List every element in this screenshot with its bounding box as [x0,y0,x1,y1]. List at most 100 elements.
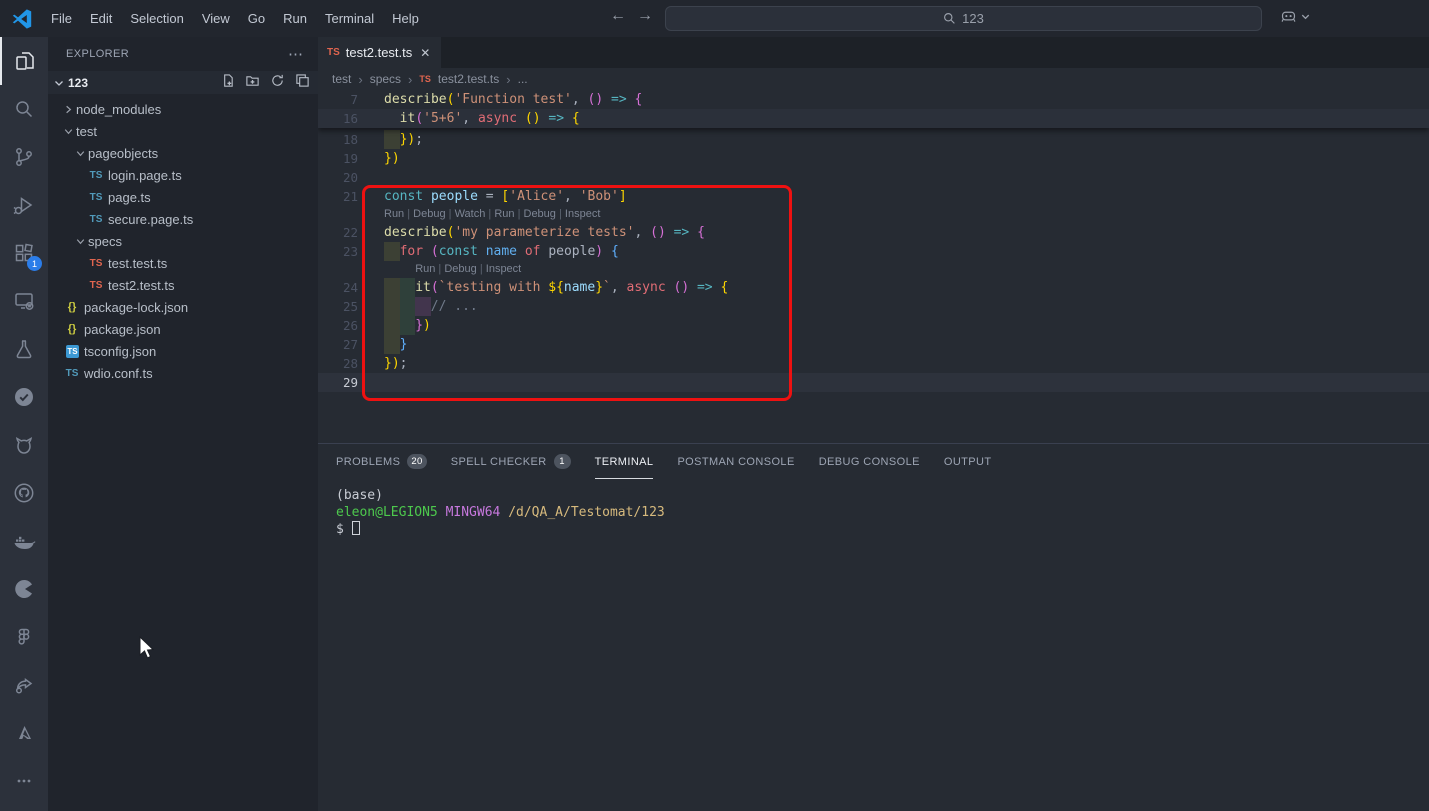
tree-item-label: tsconfig.json [84,344,156,359]
activity-item-share[interactable] [0,661,48,709]
activity-item-figma[interactable] [0,613,48,661]
terminal-text: MINGW64 [446,505,501,520]
panel-tab-terminal[interactable]: TERMINAL [595,444,654,479]
menu-go[interactable]: Go [239,6,274,31]
ts-file-icon: TS [419,74,431,84]
command-center-text: 123 [962,11,984,26]
breadcrumb[interactable]: test›specs›TStest2.test.ts›... [318,68,1429,90]
code-token: => [611,92,627,107]
code-text: it('5+6', async () => { [384,109,580,128]
activity-item-remote-explorer[interactable] [0,277,48,325]
code-line-7[interactable]: 7describe('Function test', () => { [318,90,1429,109]
terminal-line: (base) [336,487,1429,504]
activity-item-fox[interactable] [0,421,48,469]
terminal-content[interactable]: (base)eleon@LEGION5 MINGW64 /d/QA_A/Test… [318,479,1429,538]
tree-item-test-test-ts[interactable]: TStest.test.ts [48,252,318,274]
tree-item-page-ts[interactable]: TSpage.ts [48,186,318,208]
breadcrumb-item-specs[interactable]: specs [370,72,401,86]
copilot-button[interactable] [1280,8,1311,25]
search-icon [12,97,36,121]
activity-item-run-debug[interactable] [0,181,48,229]
refresh-button[interactable] [270,73,285,93]
code-line-18[interactable]: 18}); [318,130,1429,149]
activity-item-pacman[interactable] [0,565,48,613]
tree-item-secure-page-ts[interactable]: TSsecure.page.ts [48,208,318,230]
file-type-icon: {} [64,301,80,313]
tree-item-login-page-ts[interactable]: TSlogin.page.ts [48,164,318,186]
terminal-line: eleon@LEGION5 MINGW64 /d/QA_A/Testomat/1… [336,504,1429,521]
tree-item-node-modules[interactable]: node_modules [48,98,318,120]
activity-item-more[interactable] [0,757,48,805]
activity-item-explorer[interactable] [0,37,48,85]
menu-terminal[interactable]: Terminal [316,6,383,31]
activity-item-extensions[interactable]: 1 [0,229,48,277]
breadcrumb-item-test2-test-ts[interactable]: test2.test.ts [438,72,499,86]
code-token: async [478,111,517,126]
activity-item-azure[interactable] [0,709,48,757]
file-type-icon: TS [66,345,79,358]
breadcrumb-item-test[interactable]: test [332,72,351,86]
menu-file[interactable]: File [42,6,81,31]
panel-tab-output[interactable]: OUTPUT [944,444,992,479]
new-folder-button[interactable] [245,73,260,93]
code-token: => [548,111,564,126]
activity-item-search[interactable] [0,85,48,133]
menu-run[interactable]: Run [274,6,316,31]
line-number: 24 [318,278,358,297]
chevron-down-icon [1300,11,1311,22]
tree-item-test[interactable]: test [48,120,318,142]
workspace-section-header[interactable]: 123 [48,71,318,94]
menu-edit[interactable]: Edit [81,6,121,31]
activity-item-docker[interactable] [0,517,48,565]
tree-item-specs[interactable]: specs [48,230,318,252]
extensions-badge: 1 [27,256,42,271]
line-number: 19 [318,149,358,168]
tree-item-wdio-conf-ts[interactable]: TSwdio.conf.ts [48,362,318,384]
chevron-right-icon [60,103,76,116]
menu-selection[interactable]: Selection [121,6,192,31]
breadcrumb-separator-icon: › [358,72,362,87]
command-center-search[interactable]: 123 [665,6,1262,31]
code-token: describe [384,92,447,107]
workspace-name: 123 [68,76,88,90]
activity-item-check-circle[interactable] [0,373,48,421]
tree-item-package-lock-json[interactable]: {}package-lock.json [48,296,318,318]
new-file-button[interactable] [220,73,235,93]
code-token: () [525,111,541,126]
panel-tab-debug-console[interactable]: DEBUG CONSOLE [819,444,920,479]
sticky-scroll[interactable]: 7describe('Function test', () => {16 it(… [318,90,1429,128]
code-token [517,111,525,126]
github-icon [12,481,36,505]
panel-tab-spell-checker[interactable]: SPELL CHECKER1 [451,444,571,479]
line-number: 27 [318,335,358,354]
code-line-16[interactable]: 16 it('5+6', async () => { [318,109,1429,128]
menu-help[interactable]: Help [383,6,428,31]
panel-tab-postman-console[interactable]: POSTMAN CONSOLE [677,444,794,479]
code-editor[interactable]: 7describe('Function test', () => {16 it(… [318,90,1429,443]
tree-item-label: specs [88,234,122,249]
line-number: 18 [318,130,358,149]
tab-test2-test-ts[interactable]: TS test2.test.ts ✕ [318,37,441,68]
tab-close-icon[interactable]: ✕ [420,46,430,60]
collapse-all-button[interactable] [295,73,310,93]
tree-item-test2-test-ts[interactable]: TStest2.test.ts [48,274,318,296]
tree-item-label: page.ts [108,190,151,205]
code-token [603,92,611,107]
activity-item-github[interactable] [0,469,48,517]
tree-item-pageobjects[interactable]: pageobjects [48,142,318,164]
menu-view[interactable]: View [193,6,239,31]
activity-item-testing[interactable] [0,325,48,373]
tab-label: test2.test.ts [346,45,412,60]
nav-forward-button[interactable]: → [633,7,657,25]
explorer-actions [220,73,310,93]
panel-tab-problems[interactable]: PROBLEMS20 [336,444,427,479]
tree-item-tsconfig-json[interactable]: TS tsconfig.json [48,340,318,362]
tree-item-package-json[interactable]: {}package.json [48,318,318,340]
explorer-more-actions-button[interactable]: ⋯ [288,45,304,63]
activity-item-source-control[interactable] [0,133,48,181]
nav-back-button[interactable]: ← [606,7,630,25]
terminal-line: $ [336,521,1429,538]
code-line-19[interactable]: 19}) [318,149,1429,168]
breadcrumb-item--[interactable]: ... [518,72,528,86]
panel-tab-label: TERMINAL [595,456,654,468]
